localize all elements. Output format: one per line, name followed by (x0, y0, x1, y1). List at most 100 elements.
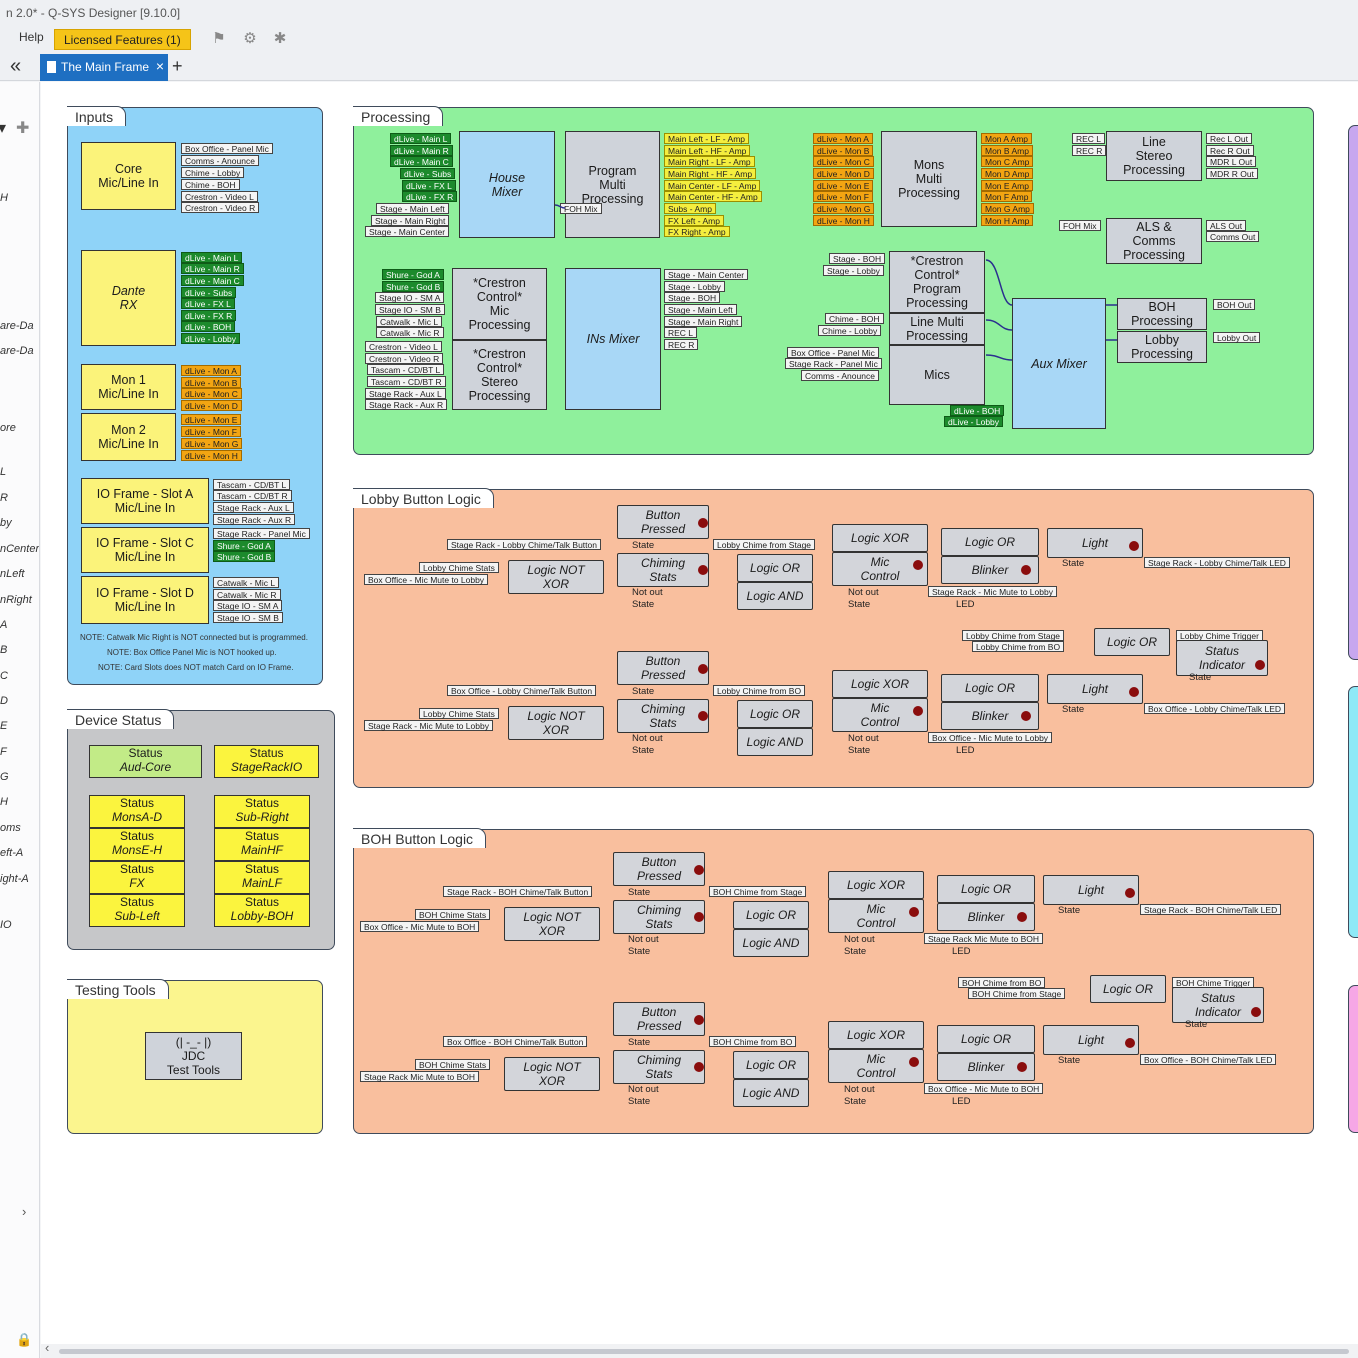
mons-multi-processing[interactable]: Mons Multi Processing (881, 131, 977, 227)
signal-tag[interactable]: ALS Out (1206, 220, 1247, 231)
logic-or-block[interactable]: Logic OR (733, 1051, 809, 1079)
signal-tag[interactable]: Main Right - HF - Amp (664, 168, 757, 179)
signal-tag[interactable]: Stage Rack Mic Mute to BOH (924, 933, 1044, 944)
signal-tag[interactable]: BOH Chime from Stage (968, 988, 1066, 999)
signal-tag[interactable]: Mon C Amp (981, 156, 1034, 167)
chiming-stats-block[interactable]: Chiming Stats (613, 1050, 705, 1084)
lib-item[interactable]: nCenter (0, 543, 39, 555)
signal-tag[interactable]: Stage IO - SM A (375, 292, 445, 303)
signal-tag[interactable]: Stage Rack - Panel Mic (213, 528, 310, 539)
io-frame-slot-c[interactable]: IO Frame - Slot C Mic/Line In (81, 527, 209, 573)
signal-tag[interactable]: Box Office - Panel Mic (181, 143, 273, 154)
signal-tag[interactable]: dLive - Mon H (813, 215, 874, 226)
signal-tag[interactable]: REC L (664, 327, 698, 338)
lib-item[interactable]: E (0, 720, 7, 732)
signal-tag[interactable]: Stage - Main Right (664, 316, 743, 327)
signal-tag[interactable]: Chime - BOH (181, 179, 240, 190)
signal-tag[interactable]: Lobby Chime from Stage (713, 539, 816, 550)
signal-tag[interactable]: FX Left - Amp (664, 215, 724, 226)
signal-tag[interactable]: Crestron - Video R (365, 353, 444, 364)
signal-tag[interactable]: Box Office - BOH Chime/Talk Button (443, 1036, 588, 1047)
signal-tag[interactable]: Tascam - CD/BT R (367, 376, 446, 387)
lib-item[interactable]: H (0, 796, 8, 808)
signal-tag[interactable]: MDR R Out (1206, 168, 1258, 179)
lib-item[interactable]: oms (0, 822, 21, 834)
logic-xor-block[interactable]: Logic XOR (828, 1021, 924, 1049)
lib-item[interactable]: are-Da (0, 345, 34, 357)
lib-item[interactable]: B (0, 644, 7, 656)
signal-tag[interactable]: Chime - Lobby (818, 325, 882, 336)
signal-tag[interactable]: Catwalk - Mic R (376, 327, 444, 338)
signal-tag[interactable]: Mon H Amp (981, 215, 1034, 226)
horizontal-scrollbar[interactable] (41, 1344, 1358, 1358)
signal-tag[interactable]: Tascam - CD/BT R (213, 490, 292, 501)
signal-tag[interactable]: Main Left - LF - Amp (664, 133, 749, 144)
signal-tag[interactable]: Box Office - Mic Mute to Lobby (928, 732, 1053, 743)
signal-tag[interactable]: Box Office - BOH Chime/Talk LED (1140, 1054, 1277, 1065)
chiming-stats-block[interactable]: Chiming Stats (613, 900, 705, 934)
signal-tag[interactable]: dLive - Mon B (813, 145, 874, 156)
chiming-stats-block[interactable]: Chiming Stats (617, 699, 709, 733)
signal-tag[interactable]: Main Center - LF - Amp (664, 180, 761, 191)
signal-tag[interactable]: Stage Rack - Aux R (365, 399, 448, 410)
signal-tag[interactable]: Stage Rack - BOH Chime/Talk LED (1140, 904, 1282, 915)
signal-tag[interactable]: Stage - BOH (664, 292, 721, 303)
mic-control-block[interactable]: Mic Control (832, 552, 928, 586)
signal-tag[interactable]: Stage Rack Mic Mute to BOH (360, 1071, 480, 1082)
signal-tag[interactable]: Comms Out (1206, 231, 1260, 242)
signal-tag[interactable]: dLive - FX R (402, 191, 458, 202)
crestron-mic-processing[interactable]: *Crestron Control* Mic Processing (452, 268, 547, 340)
logic-or-block[interactable]: Logic OR (937, 875, 1035, 903)
signal-tag[interactable]: BOH Out (1213, 299, 1256, 310)
logic-and-block[interactable]: Logic AND (733, 1079, 809, 1107)
logic-or-block[interactable]: Logic OR (941, 528, 1039, 556)
mic-control-block[interactable]: Mic Control (828, 1049, 924, 1083)
signal-tag[interactable]: Catwalk - Mic R (213, 589, 281, 600)
group-offscreen-purple[interactable] (1348, 125, 1358, 660)
logic-not-xor-block[interactable]: Logic NOT XOR (504, 1057, 600, 1091)
logic-or-block[interactable]: Logic OR (941, 674, 1039, 702)
signal-tag[interactable]: dLive - Lobby (181, 333, 241, 344)
status-stage-rack-io[interactable]: Status StageRackIO (214, 745, 319, 778)
signal-tag[interactable]: dLive - Mon F (813, 191, 873, 202)
signal-tag[interactable]: dLive - Main L (181, 252, 243, 263)
mic-control-block[interactable]: Mic Control (832, 698, 928, 732)
als-comms-processing[interactable]: ALS & Comms Processing (1106, 218, 1202, 264)
jdc-test-tools[interactable]: (| -_- |) JDC Test Tools (145, 1032, 242, 1080)
status-sub-left[interactable]: Status Sub-Left (89, 894, 185, 927)
lib-item[interactable]: IO (0, 919, 12, 931)
signal-tag[interactable]: dLive - Mon B (181, 377, 242, 388)
signal-tag[interactable]: Lobby Out (1213, 332, 1261, 343)
status-aud-core[interactable]: Status Aud-Core (89, 745, 202, 778)
status-lobby-boh[interactable]: Status Lobby-BOH (214, 894, 310, 927)
signal-tag[interactable]: Stage Rack - Aux L (365, 388, 446, 399)
signal-tag[interactable]: Main Center - HF - Amp (664, 191, 762, 202)
signal-tag[interactable]: Crestron - Video L (365, 341, 442, 352)
scrollbar-thumb[interactable] (59, 1349, 1349, 1354)
signal-tag[interactable]: dLive - Mon E (813, 180, 874, 191)
signal-tag[interactable]: dLive - Main R (390, 145, 453, 156)
lib-item[interactable]: by (0, 517, 12, 529)
logic-and-block[interactable]: Logic AND (737, 582, 813, 610)
signal-tag[interactable]: Stage IO - SM A (213, 600, 283, 611)
signal-tag[interactable]: dLive - Mon F (181, 426, 241, 437)
status-indicator-block[interactable]: Status Indicator (1176, 640, 1268, 676)
signal-tag[interactable]: Comms - Anounce (181, 155, 259, 166)
signal-tag[interactable]: Rec L Out (1206, 133, 1252, 144)
logic-not-xor-block[interactable]: Logic NOT XOR (508, 560, 604, 594)
signal-tag[interactable]: dLive - Main C (181, 275, 244, 286)
signal-tag[interactable]: Tascam - CD/BT L (213, 479, 291, 490)
chevron-left-icon[interactable]: ‹ (45, 1340, 49, 1355)
io-frame-slot-a[interactable]: IO Frame - Slot A Mic/Line In (81, 478, 209, 524)
signal-tag[interactable]: Catwalk - Mic L (376, 316, 443, 327)
signal-tag[interactable]: Stage Rack - BOH Chime/Talk Button (443, 886, 593, 897)
collapse-panel-icon[interactable]: « (10, 56, 21, 76)
signal-tag[interactable]: dLive - Lobby (944, 416, 1004, 427)
signal-tag[interactable]: BOH Chime from BO (709, 1036, 797, 1047)
licensed-features-button[interactable]: Licensed Features (1) (54, 29, 191, 50)
signal-tag[interactable]: Stage - Main Right (371, 215, 450, 226)
signal-tag[interactable]: Box Office - Mic Mute to Lobby (364, 574, 489, 585)
signal-tag[interactable]: Lobby Chime Stats (419, 708, 499, 719)
add-tab-button[interactable]: + (172, 57, 183, 75)
signal-tag[interactable]: Lobby Chime from BO (972, 641, 1065, 652)
